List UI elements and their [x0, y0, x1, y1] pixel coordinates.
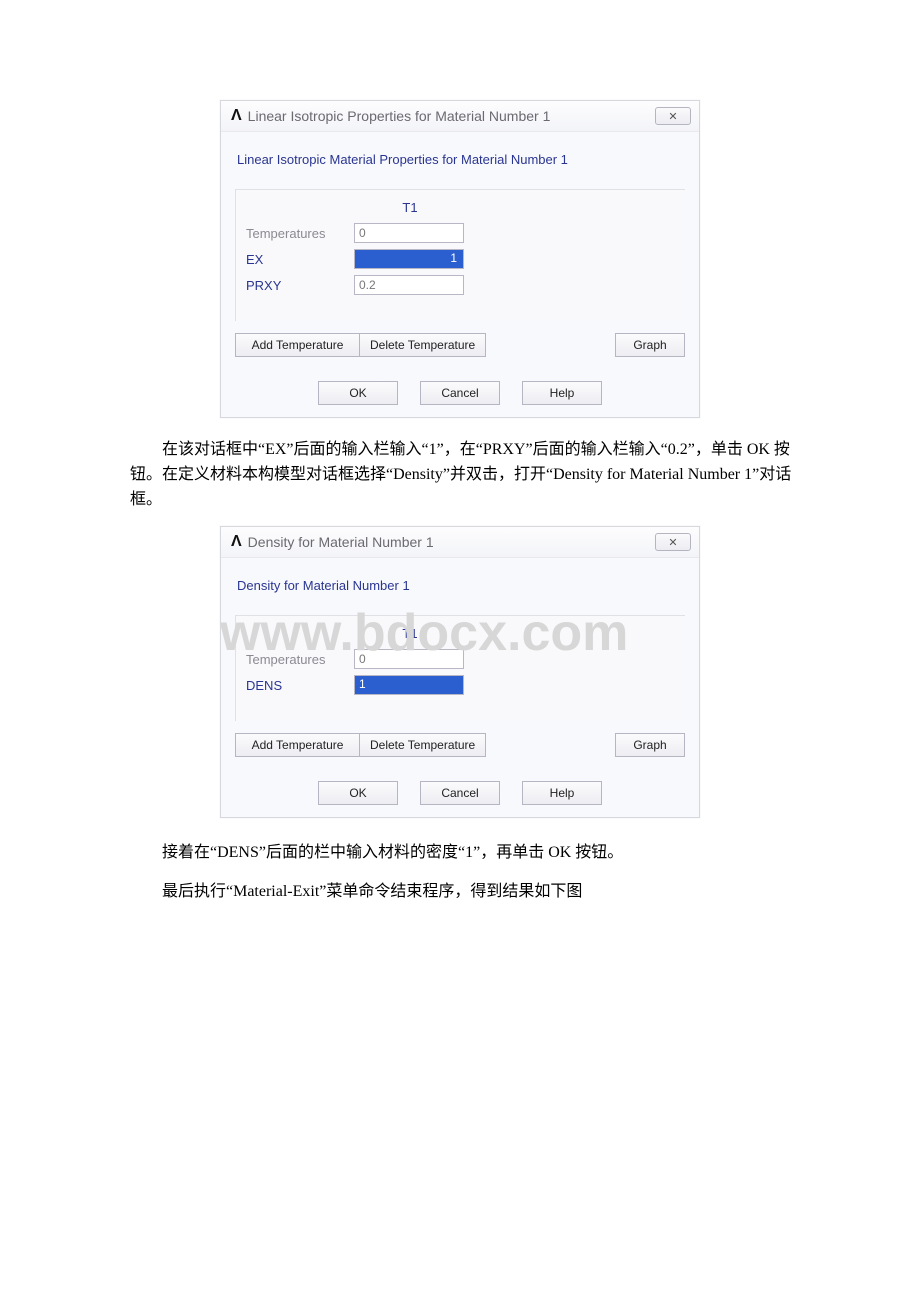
- titlebar: Λ Density for Material Number 1 ✕: [221, 527, 699, 558]
- column-header-t1: T1: [354, 200, 466, 217]
- close-icon[interactable]: ✕: [655, 533, 691, 551]
- temperatures-input[interactable]: [354, 223, 464, 243]
- paragraph-2: 接着在“DENS”后面的栏中输入材料的密度“1”，再单击 OK 按钮。: [130, 838, 800, 868]
- temperatures-label: Temperatures: [246, 226, 354, 241]
- delete-temperature-button[interactable]: Delete Temperature: [359, 733, 486, 757]
- temperatures-input[interactable]: [354, 649, 464, 669]
- app-icon: Λ: [231, 533, 242, 551]
- titlebar: Λ Linear Isotropic Properties for Materi…: [221, 101, 699, 132]
- dialog-linear-isotropic: Λ Linear Isotropic Properties for Materi…: [220, 100, 700, 418]
- graph-button[interactable]: Graph: [615, 333, 685, 357]
- cancel-button[interactable]: Cancel: [420, 781, 500, 805]
- paragraph-1: 在该对话框中“EX”后面的输入栏输入“1”，在“PRXY”后面的输入栏输入“0.…: [130, 438, 800, 512]
- dens-label: DENS: [246, 678, 354, 693]
- dialog-density: Λ Density for Material Number 1 ✕ Densit…: [220, 526, 700, 818]
- dens-input[interactable]: 1: [354, 675, 464, 695]
- paragraph-3: 最后执行“Material-Exit”菜单命令结束程序，得到结果如下图: [130, 877, 800, 907]
- window-title: Linear Isotropic Properties for Material…: [248, 108, 655, 124]
- graph-button[interactable]: Graph: [615, 733, 685, 757]
- ex-label: EX: [246, 252, 354, 267]
- delete-temperature-button[interactable]: Delete Temperature: [359, 333, 486, 357]
- section-heading: Linear Isotropic Material Properties for…: [237, 152, 685, 167]
- close-icon[interactable]: ✕: [655, 107, 691, 125]
- temperatures-label: Temperatures: [246, 652, 354, 667]
- add-temperature-button[interactable]: Add Temperature: [235, 333, 359, 357]
- help-button[interactable]: Help: [522, 381, 602, 405]
- cancel-button[interactable]: Cancel: [420, 381, 500, 405]
- prxy-label: PRXY: [246, 278, 354, 293]
- help-button[interactable]: Help: [522, 781, 602, 805]
- section-heading: Density for Material Number 1: [237, 578, 685, 593]
- ok-button[interactable]: OK: [318, 781, 398, 805]
- ok-button[interactable]: OK: [318, 381, 398, 405]
- ex-input[interactable]: 1: [354, 249, 464, 269]
- prxy-input[interactable]: [354, 275, 464, 295]
- app-icon: Λ: [231, 107, 242, 125]
- window-title: Density for Material Number 1: [248, 534, 655, 550]
- column-header-t1: T1: [354, 626, 466, 643]
- add-temperature-button[interactable]: Add Temperature: [235, 733, 359, 757]
